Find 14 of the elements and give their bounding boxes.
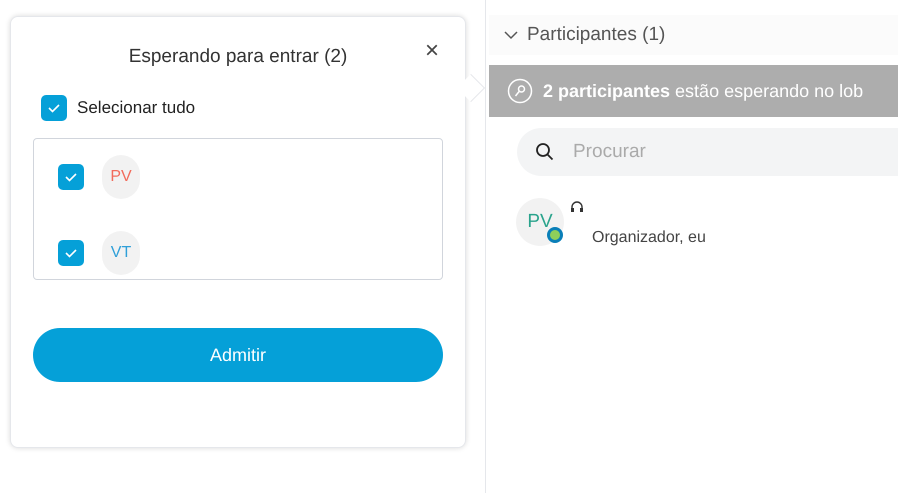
- avatar: PV: [102, 155, 140, 199]
- search-icon: [535, 142, 555, 162]
- avatar: PV: [516, 198, 564, 246]
- close-button[interactable]: ×: [420, 39, 443, 63]
- avatar: VT: [102, 231, 140, 275]
- select-all-checkbox[interactable]: [41, 95, 67, 121]
- search-field[interactable]: Procurar: [517, 128, 898, 176]
- status-badge-icon: [546, 226, 564, 244]
- waiting-checkbox[interactable]: [58, 164, 84, 190]
- waiting-checkbox[interactable]: [58, 240, 84, 266]
- select-all-label: Selecionar tudo: [77, 97, 196, 120]
- popup-title: Esperando para entrar (2): [128, 44, 348, 69]
- participant-role: Organizador, eu: [592, 228, 706, 248]
- lobby-message: 2 participantes estão esperando no lob: [543, 80, 864, 103]
